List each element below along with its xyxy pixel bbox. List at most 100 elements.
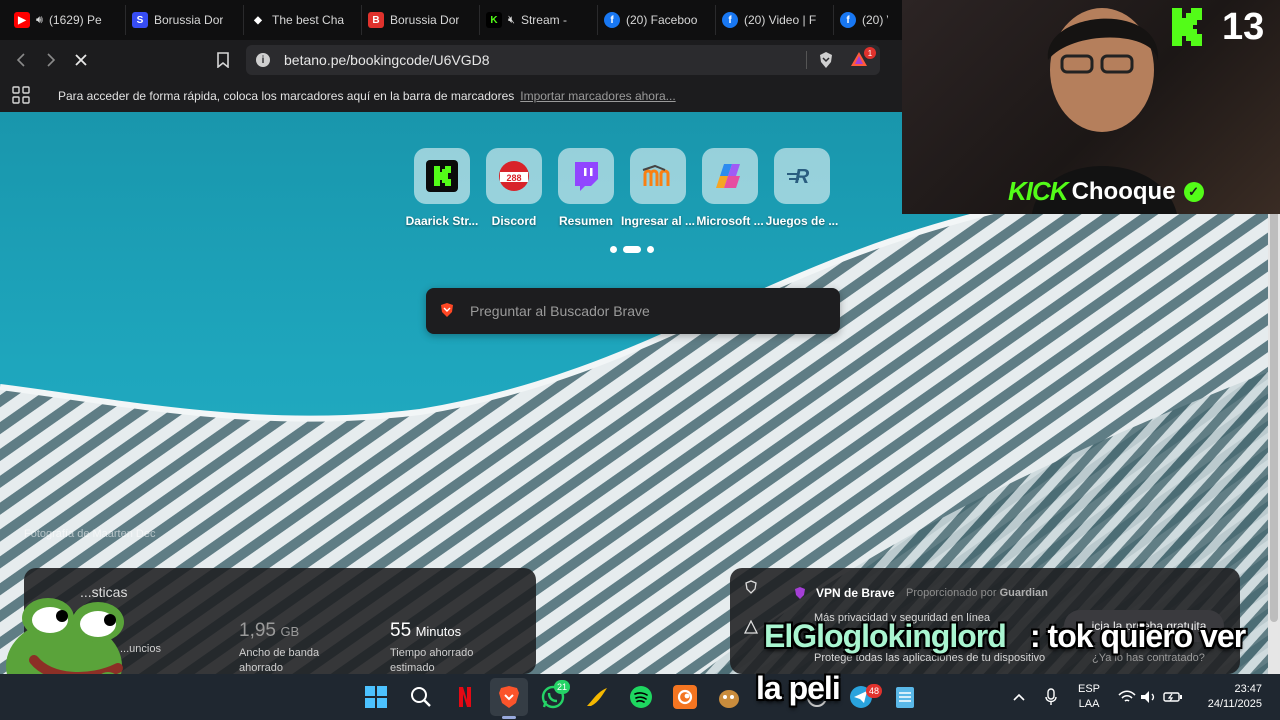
widget-side-icons — [744, 580, 758, 634]
spotify-icon — [630, 686, 652, 708]
bookmark-button[interactable] — [208, 45, 238, 75]
taskbar-netflix[interactable] — [450, 682, 480, 712]
shortcut-tile[interactable]: Microsoft ... — [696, 148, 764, 228]
divider — [806, 51, 807, 69]
shortcut-tile[interactable]: R Juegos de ... — [766, 148, 838, 228]
screen: ▶ 🔊︎ (1629) Pe S Borussia Dor ◆ The best… — [0, 0, 1280, 720]
page-dot[interactable] — [610, 246, 617, 253]
chat-username: ElGloglokinglord — [764, 618, 1007, 654]
shortcut-tile[interactable]: Resumen — [558, 148, 614, 228]
photo-credit[interactable]: Fotografía de Maarten Dec — [24, 528, 155, 540]
tab-title: (1629) Pe — [48, 13, 102, 27]
shortcut-label: Juegos de ... — [765, 214, 839, 228]
taskbar-brave[interactable] — [494, 682, 524, 712]
whatsapp-badge: 21 — [554, 680, 571, 694]
taskbar-spotify[interactable] — [626, 682, 656, 712]
shortcut-tile[interactable]: Daarick Str... — [406, 148, 478, 228]
chevron-up-icon — [1013, 693, 1025, 701]
stat-time-saved: 55 Minutos Tiempo ahorrado estimado — [390, 620, 500, 676]
speaker-icon[interactable]: 🔊︎ — [36, 14, 43, 27]
taskbar-notepad[interactable] — [890, 682, 920, 712]
tab-facebook-2[interactable]: f (20) Video | F — [716, 5, 834, 35]
guardian-logo: Guardian — [999, 587, 1048, 599]
rewards-icon — [744, 620, 758, 634]
telegram-badge: 48 — [866, 684, 883, 698]
close-icon — [75, 54, 87, 66]
shield-icon — [745, 580, 757, 594]
streamer-name-tag: KICK Chooque ✓ — [1008, 176, 1204, 207]
tab-youtube[interactable]: ▶ 🔊︎ (1629) Pe — [8, 5, 126, 35]
stat-desc: Tiempo ahorrado estimado — [390, 647, 474, 674]
site-info-icon[interactable]: i — [256, 53, 270, 67]
tab-facebook-3[interactable]: f (20) V — [834, 5, 894, 35]
taskbar-crunchyroll[interactable] — [670, 682, 700, 712]
stat-ads-blocked: ...uncios — [120, 620, 230, 657]
tab-kick-stream[interactable]: K 🔇︎ Stream - — [480, 5, 598, 35]
search-icon — [411, 687, 431, 707]
brave-search-box[interactable]: Preguntar al Buscador Brave — [426, 288, 840, 334]
muted-icon[interactable]: 🔇︎ — [508, 14, 515, 27]
search-placeholder: Preguntar al Buscador Brave — [470, 303, 650, 319]
rewards-badge: 1 — [864, 47, 876, 59]
battery-charging-icon — [1163, 692, 1182, 702]
r-logo-icon: R — [774, 148, 830, 204]
address-bar[interactable]: i betano.pe/bookingcode/U6VGD8 1 — [246, 45, 880, 75]
microphone-button[interactable] — [1036, 682, 1066, 712]
bird-app-icon — [587, 688, 607, 706]
stop-loading-button[interactable] — [66, 45, 96, 75]
brave-lion-icon — [440, 302, 454, 321]
language-indicator[interactable]: ESP LAA — [1078, 682, 1100, 712]
tab-brave-search[interactable]: B Borussia Dor — [362, 5, 480, 35]
chat-message-continued: la peli — [756, 670, 841, 706]
forward-button[interactable] — [36, 45, 66, 75]
windows-logo-icon — [365, 686, 387, 708]
back-icon — [16, 53, 25, 67]
facebook-icon: f — [840, 12, 856, 28]
tab-facebook-1[interactable]: f (20) Faceboo — [598, 5, 716, 35]
tray-overflow-button[interactable] — [1004, 682, 1034, 712]
tab-strip: ▶ 🔊︎ (1629) Pe S Borussia Dor ◆ The best… — [0, 0, 902, 40]
tab-title: Borussia Dor — [154, 13, 224, 27]
crunchyroll-icon — [673, 685, 697, 709]
import-bookmarks-link[interactable]: Importar marcadores ahora... — [520, 89, 675, 103]
url-text: betano.pe/bookingcode/U6VGD8 — [284, 52, 490, 68]
start-button[interactable] — [361, 682, 391, 712]
shortcuts-pager[interactable] — [610, 246, 654, 253]
bookmarks-bar: Para acceder de forma rápida, coloca los… — [0, 80, 902, 112]
shortcut-tile[interactable]: Ingresar al ... — [621, 148, 695, 228]
page-dot-active[interactable] — [623, 246, 641, 253]
tab-sofascore[interactable]: S Borussia Dor — [126, 5, 244, 35]
stat-desc: ...uncios — [120, 643, 161, 655]
tab-title: The best Cha — [272, 13, 345, 27]
netflix-icon — [459, 687, 471, 707]
page-dot[interactable] — [647, 246, 654, 253]
taskbar-app-bird[interactable] — [582, 682, 612, 712]
vpn-provided-by: Proporcionado por Guardian — [906, 587, 1048, 599]
taskbar-pou[interactable] — [714, 682, 744, 712]
tab-title: (20) Faceboo — [626, 13, 698, 27]
stat-desc: Ancho de banda ahorrado — [239, 647, 320, 674]
back-button[interactable] — [6, 45, 36, 75]
battery-button[interactable] — [1158, 682, 1188, 712]
kick-brand: KICK — [1008, 176, 1069, 206]
tab-title: (20) V — [862, 13, 888, 27]
system-clock[interactable]: 23:47 24/11/2025 — [1198, 682, 1262, 712]
windows-taskbar: 21 48 ESP LAA 23:47 24/11/2025 — [0, 674, 1280, 720]
moodle-icon — [630, 148, 686, 204]
sofascore-icon: S — [132, 12, 148, 28]
stat-unit: Minutos — [415, 624, 462, 639]
facebook-icon: f — [722, 12, 738, 28]
tab-title: Borussia Dor — [390, 13, 460, 27]
brave-shields-icon[interactable] — [818, 51, 834, 72]
taskbar-search-button[interactable] — [406, 682, 436, 712]
kick-logo-icon — [1172, 8, 1202, 46]
brave-icon — [499, 686, 519, 708]
shortcut-tile[interactable]: 288 Discord — [486, 148, 542, 228]
288-icon: 288 — [486, 148, 542, 204]
kick-icon — [414, 148, 470, 204]
apps-icon[interactable] — [12, 85, 30, 107]
tab-chat[interactable]: ◆ The best Cha — [244, 5, 362, 35]
svg-text:288: 288 — [506, 173, 521, 183]
stat-bandwidth: 1,95 GB Ancho de banda ahorrado — [239, 620, 349, 676]
chat-message: : tok quiero ver — [1030, 618, 1246, 654]
